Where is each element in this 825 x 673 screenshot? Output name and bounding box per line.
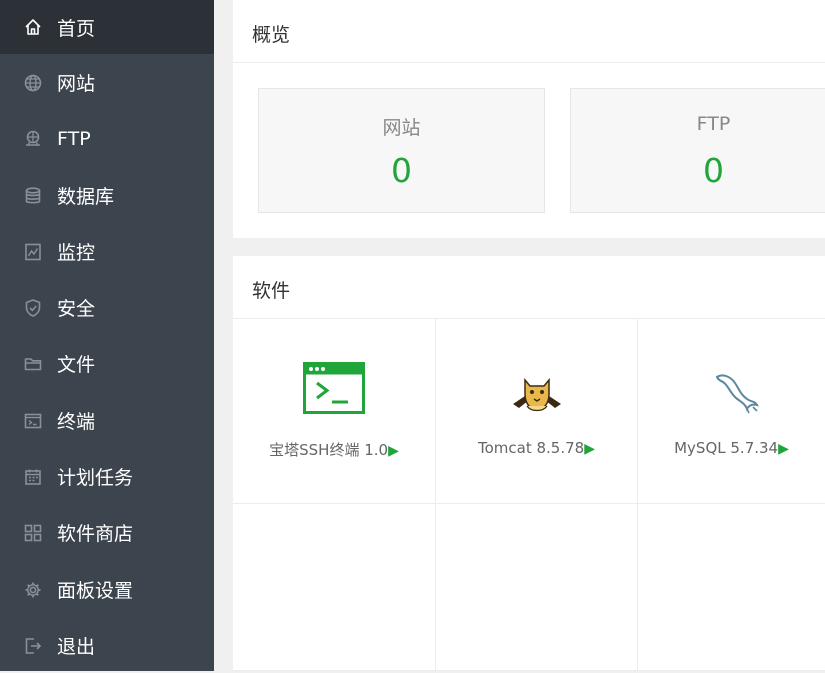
globe-icon xyxy=(22,72,44,94)
sidebar-item-label: 软件商店 xyxy=(57,523,134,545)
mysql-icon xyxy=(713,371,761,415)
sidebar-item-label: 数据库 xyxy=(57,186,115,208)
stat-card-ftp[interactable]: FTP 0 xyxy=(570,88,825,213)
sidebar-item-monitor[interactable]: 监控 xyxy=(0,224,214,279)
sidebar-item-home[interactable]: 首页 xyxy=(0,0,214,54)
grid-icon xyxy=(22,522,44,544)
sidebar-item-ftp[interactable]: FTP xyxy=(0,111,214,166)
shield-icon xyxy=(22,297,44,319)
overview-title: 概览 xyxy=(252,24,291,46)
logout-icon xyxy=(22,635,44,657)
sidebar-item-cron[interactable]: 计划任务 xyxy=(0,449,214,504)
software-name[interactable]: 宝塔SSH终端 1.0▶ xyxy=(233,439,435,460)
overview-panel: 概览 网站 0 FTP 0 xyxy=(233,0,825,238)
software-item-tomcat[interactable]: Tomcat 8.5.78▶ xyxy=(436,319,638,504)
software-empty-slot xyxy=(233,504,436,671)
monitor-icon xyxy=(22,241,44,263)
ftp-icon xyxy=(22,128,44,150)
terminal-icon xyxy=(22,410,44,432)
play-arrow-icon[interactable]: ▶ xyxy=(584,441,595,457)
sidebar-item-label: 首页 xyxy=(57,17,96,40)
software-title: 软件 xyxy=(252,280,291,302)
sidebar-item-website[interactable]: 网站 xyxy=(0,55,214,110)
play-arrow-icon[interactable]: ▶ xyxy=(778,441,789,457)
sidebar-item-files[interactable]: 文件 xyxy=(0,336,214,391)
software-item-mysql[interactable]: MySQL 5.7.34▶ xyxy=(638,319,825,504)
calendar-icon xyxy=(22,466,44,488)
sidebar-item-label: 计划任务 xyxy=(57,467,134,489)
tomcat-icon xyxy=(511,374,563,414)
stat-card-website[interactable]: 网站 0 xyxy=(258,88,545,213)
stat-label: FTP xyxy=(696,113,731,135)
play-arrow-icon[interactable]: ▶ xyxy=(388,443,399,459)
software-empty-slot xyxy=(638,504,825,671)
sidebar-item-terminal[interactable]: 终端 xyxy=(0,393,214,448)
stat-value[interactable]: 0 xyxy=(571,151,825,190)
sidebar-item-label: 退出 xyxy=(57,636,96,658)
folder-icon xyxy=(22,353,44,375)
sidebar-item-label: 文件 xyxy=(57,354,96,376)
software-name[interactable]: Tomcat 8.5.78▶ xyxy=(436,439,637,457)
sidebar-item-label: 终端 xyxy=(57,411,96,433)
sidebar-item-label: 网站 xyxy=(57,73,96,95)
software-panel: 软件 宝塔SSH终端 1.0▶ Tomcat 8.5.78▶ MySQL 5.7… xyxy=(233,256,825,671)
sidebar-item-label: 监控 xyxy=(57,242,96,264)
sidebar-item-label: FTP xyxy=(57,127,91,150)
stat-value[interactable]: 0 xyxy=(259,151,544,190)
gear-icon xyxy=(22,579,44,601)
sidebar: 首页 网站 FTP 数据库 监控 安全 文件 终端 计划任务 软件商店 面板设置… xyxy=(0,0,214,671)
sidebar-item-label: 面板设置 xyxy=(57,580,134,602)
sidebar-item-settings[interactable]: 面板设置 xyxy=(0,562,214,617)
database-icon xyxy=(22,185,44,207)
sidebar-item-database[interactable]: 数据库 xyxy=(0,168,214,223)
home-icon xyxy=(22,16,44,38)
sidebar-item-logout[interactable]: 退出 xyxy=(0,618,214,673)
software-name-text[interactable]: Tomcat 8.5.78 xyxy=(478,439,584,457)
software-empty-slot xyxy=(436,504,638,671)
software-item-ssh-terminal[interactable]: 宝塔SSH终端 1.0▶ xyxy=(233,319,436,504)
terminal-app-icon xyxy=(303,362,365,414)
software-name-text[interactable]: MySQL 5.7.34 xyxy=(674,439,778,457)
divider xyxy=(233,62,825,63)
sidebar-item-store[interactable]: 软件商店 xyxy=(0,505,214,560)
sidebar-item-security[interactable]: 安全 xyxy=(0,280,214,335)
sidebar-item-label: 安全 xyxy=(57,298,96,320)
software-name-text[interactable]: 宝塔SSH终端 1.0 xyxy=(269,441,388,459)
software-name[interactable]: MySQL 5.7.34▶ xyxy=(638,439,825,457)
stat-label: 网站 xyxy=(382,117,421,139)
